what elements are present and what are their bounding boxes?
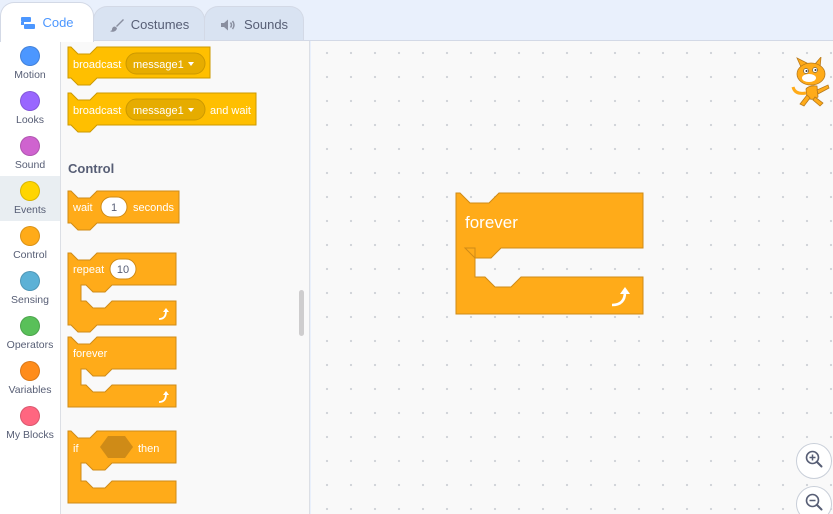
control-category-dot [20, 226, 40, 246]
broadcast-wait-message-value: message1 [133, 105, 184, 117]
repeat-block[interactable]: repeat 10 [67, 252, 177, 333]
script-workspace[interactable]: forever [311, 41, 833, 514]
my-blocks-category-dot [20, 406, 40, 426]
category-menu: Motion Looks Sound Events Control Sensin… [0, 41, 61, 514]
paintbrush-icon [109, 17, 125, 33]
operators-category-dot [20, 316, 40, 336]
palette-scrollbar[interactable] [299, 290, 304, 336]
broadcast-label: broadcast [73, 59, 121, 71]
category-label: My Blocks [6, 429, 54, 441]
zoom-in-icon [804, 449, 824, 474]
category-label: Looks [15, 114, 45, 126]
sensing-category-dot [20, 271, 40, 291]
wait-label: wait [72, 202, 93, 214]
tab-code[interactable]: Code [0, 2, 94, 42]
broadcast-message-dropdown[interactable]: message1 [125, 52, 206, 75]
repeat-count-value: 10 [117, 264, 129, 276]
code-blocks-icon [20, 16, 36, 30]
zoom-out-button[interactable] [796, 486, 832, 514]
tab-sounds-label: Sounds [243, 17, 289, 32]
looks-category-dot [20, 91, 40, 111]
tab-sounds[interactable]: Sounds [204, 6, 304, 42]
category-label: Sensing [11, 294, 49, 306]
events-category-dot [20, 181, 40, 201]
broadcast-and-wait-block[interactable]: broadcast message1 and wait [67, 92, 257, 133]
zoom-in-button[interactable] [796, 443, 832, 479]
broadcast-wait-label: broadcast [73, 105, 121, 117]
cat-sprite-icon[interactable] [787, 55, 831, 113]
category-operators[interactable]: Operators [0, 311, 60, 356]
broadcast-wait-message-dropdown[interactable]: message1 [125, 98, 206, 121]
category-label: Sound [14, 159, 46, 171]
tab-code-label: Code [42, 15, 74, 30]
category-label: Events [13, 204, 47, 216]
category-label: Variables [8, 384, 52, 396]
wait-seconds-value: 1 [111, 202, 117, 214]
scratch-editor: Code Costumes Sounds Motion Looks Sound … [0, 0, 833, 514]
category-looks[interactable]: Looks [0, 86, 60, 131]
if-label: if [73, 443, 79, 455]
forever-palette-label: forever [73, 348, 108, 360]
speaker-icon [220, 18, 238, 32]
if-then-block[interactable]: if then [67, 430, 177, 504]
sound-category-dot [20, 136, 40, 156]
block-palette: broadcast message1 broadcast message1 an… [61, 41, 310, 514]
forever-workspace-block[interactable]: forever [455, 192, 644, 315]
control-section-heading: Control [68, 161, 114, 176]
zoom-out-icon [804, 492, 824, 514]
category-label: Control [13, 249, 47, 261]
tab-costumes-label: Costumes [130, 17, 190, 32]
broadcast-block[interactable]: broadcast message1 [67, 46, 211, 86]
broadcast-wait-suffix: and wait [210, 105, 251, 117]
category-sound[interactable]: Sound [0, 131, 60, 176]
category-sensing[interactable]: Sensing [0, 266, 60, 311]
broadcast-message-value: message1 [133, 59, 184, 71]
category-control[interactable]: Control [0, 221, 60, 266]
category-motion[interactable]: Motion [0, 41, 60, 86]
wait-seconds-block[interactable]: wait 1 seconds [67, 190, 180, 231]
forever-palette-block[interactable]: forever [67, 336, 177, 408]
forever-workspace-label: forever [465, 213, 518, 232]
if-then-label: then [138, 443, 159, 455]
wait-suffix: seconds [133, 202, 174, 214]
category-events[interactable]: Events [0, 176, 60, 221]
category-label: Motion [14, 69, 46, 81]
editor-tabs: Code Costumes Sounds [0, 0, 833, 42]
category-my-blocks[interactable]: My Blocks [0, 401, 60, 446]
category-label: Operators [6, 339, 54, 351]
variables-category-dot [20, 361, 40, 381]
motion-category-dot [20, 46, 40, 66]
tab-costumes[interactable]: Costumes [93, 6, 205, 42]
category-variables[interactable]: Variables [0, 356, 60, 401]
repeat-label: repeat [73, 264, 104, 276]
